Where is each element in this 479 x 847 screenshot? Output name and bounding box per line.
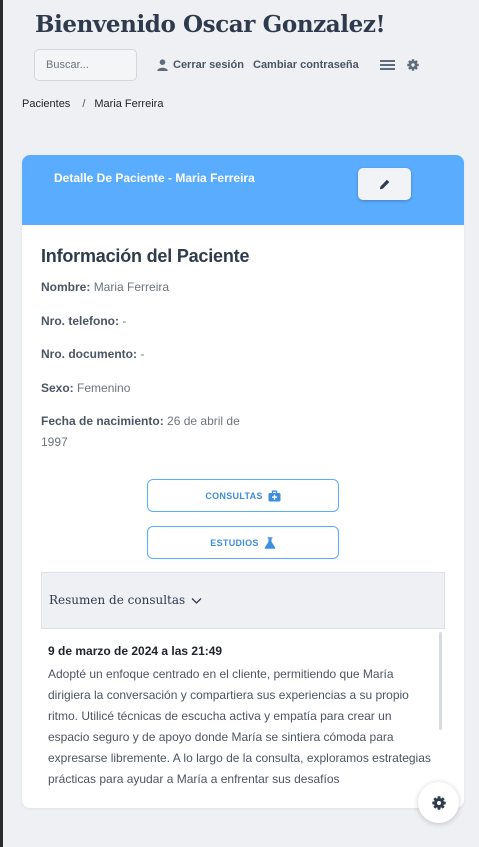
- field-sexo-label: Sexo:: [41, 381, 74, 395]
- logout-label: Cerrar sesión: [173, 59, 244, 71]
- field-nombre-label: Nombre:: [41, 280, 91, 294]
- field-telefono-value: -: [122, 314, 127, 328]
- card-header: Detalle De Paciente - Maria Ferreira: [22, 155, 464, 225]
- welcome-title: Bienvenido Oscar Gonzalez!: [35, 11, 386, 38]
- pencil-icon: [379, 179, 390, 189]
- flask-icon: [264, 536, 276, 549]
- consultation-list: 9 de marzo de 2024 a las 21:49 Adopté un…: [41, 629, 445, 789]
- field-telefono-label: Nro. telefono:: [41, 314, 119, 328]
- consultas-label: CONSULTAS: [205, 490, 263, 501]
- patient-info-title: Información del Paciente: [41, 246, 250, 266]
- field-fecha-label: Fecha de nacimiento:: [41, 414, 164, 428]
- card-title: Detalle De Paciente - Maria Ferreira: [54, 171, 255, 185]
- estudios-label: ESTUDIOS: [210, 537, 259, 548]
- consultation-summary-label: Resumen de consultas: [49, 593, 186, 607]
- search-input[interactable]: [34, 49, 137, 81]
- medical-kit-icon: [268, 490, 281, 501]
- field-documento: Nro. documento: -: [41, 344, 144, 365]
- estudios-button[interactable]: ESTUDIOS: [147, 526, 339, 559]
- breadcrumb-separator: /: [82, 98, 86, 110]
- gear-icon: [407, 59, 419, 71]
- settings-button[interactable]: [406, 58, 420, 72]
- hamburger-menu-button[interactable]: [379, 57, 396, 73]
- field-documento-value: -: [140, 347, 145, 361]
- hamburger-menu-icon: [380, 60, 395, 70]
- breadcrumb-pacientes-link[interactable]: Pacientes: [22, 98, 70, 110]
- window-left-edge: [0, 0, 3, 847]
- change-password-link[interactable]: Cambiar contraseña: [253, 58, 359, 72]
- consultation-date: 9 de marzo de 2024 a las 21:49: [48, 644, 223, 658]
- field-nombre: Nombre: Maria Ferreira: [41, 277, 169, 298]
- gear-icon: [431, 795, 446, 810]
- field-sexo-value: Femenino: [77, 381, 131, 395]
- field-nombre-value: Maria Ferreira: [93, 280, 170, 294]
- user-icon: [157, 59, 168, 71]
- chevron-down-icon: [191, 598, 202, 604]
- field-documento-label: Nro. documento:: [41, 347, 137, 361]
- breadcrumb-current: Maria Ferreira: [94, 98, 164, 110]
- breadcrumb: Pacientes / Maria Ferreira: [22, 98, 163, 110]
- patient-detail-card: Detalle De Paciente - Maria Ferreira Inf…: [22, 155, 464, 808]
- consultas-button[interactable]: CONSULTAS: [147, 479, 339, 512]
- logout-link[interactable]: Cerrar sesión: [157, 58, 244, 72]
- field-fecha-nacimiento: Fecha de nacimiento: 26 de abril de 1997: [41, 411, 241, 453]
- field-sexo: Sexo: Femenino: [41, 378, 130, 399]
- consultation-text: Adopté un enfoque centrado en el cliente…: [48, 667, 431, 786]
- edit-patient-button[interactable]: [358, 168, 411, 200]
- consultation-summary-toggle[interactable]: Resumen de consultas: [41, 572, 445, 629]
- floating-settings-button[interactable]: [418, 782, 459, 823]
- consultation-summary-header: Resumen de consultas: [49, 593, 202, 607]
- field-telefono: Nro. telefono: -: [41, 311, 126, 332]
- change-password-label: Cambiar contraseña: [253, 59, 359, 71]
- consultation-scrollbar[interactable]: [439, 632, 442, 730]
